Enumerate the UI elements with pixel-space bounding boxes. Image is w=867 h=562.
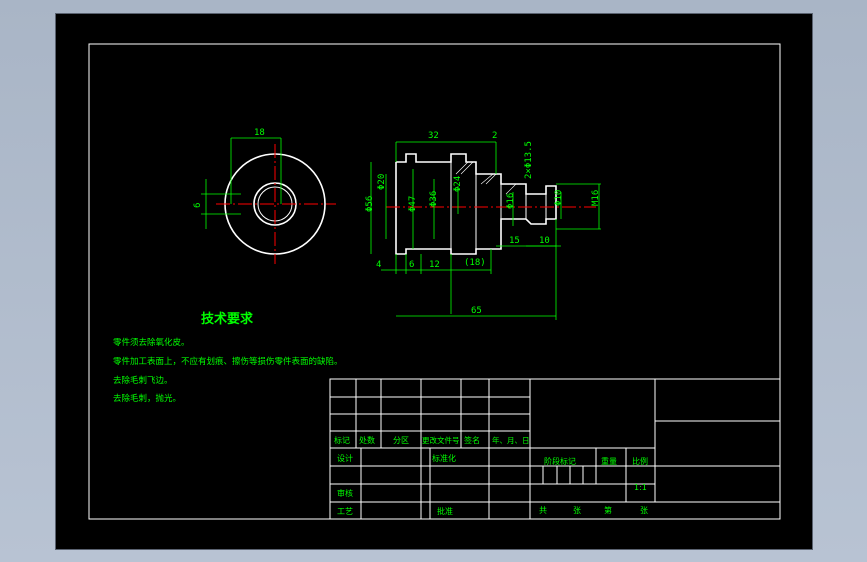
requirement-item-3: 去除毛刺飞边。	[113, 375, 173, 386]
dim-text-12: 12	[429, 260, 440, 270]
dim-text-d36: Φ36	[429, 191, 439, 207]
title-block	[329, 378, 781, 520]
tb-count: 处数	[359, 435, 375, 445]
requirement-item-1: 零件须去除氧化皮。	[113, 337, 190, 348]
dim-text-d47: Φ47	[408, 196, 418, 212]
tb-mark: 标记	[334, 435, 350, 445]
front-view: 18 6	[193, 128, 336, 264]
tb-process: 工艺	[337, 507, 353, 516]
tb-design: 设计	[337, 453, 353, 463]
requirement-item-4: 去除毛刺，抛光。	[113, 393, 181, 404]
dim-text-65: 65	[471, 306, 482, 316]
dim-text-d24: Φ24	[453, 176, 463, 192]
tb-total: 共	[539, 506, 547, 515]
drawing-sheet: 18 6 32 2 2×Φ13.5 Φ56 Φ20 Φ47 Φ36 Φ24 Φ1…	[55, 13, 813, 550]
dim-text-15: 15	[509, 236, 520, 246]
dim-text-thread: 2×Φ13.5	[524, 141, 534, 179]
cad-drawing: 18 6 32 2 2×Φ13.5 Φ56 Φ20 Φ47 Φ36 Φ24 Φ1…	[88, 43, 781, 520]
dim-text-d20: Φ20	[377, 174, 387, 190]
tb-stage-mark: 阶段标记	[544, 456, 576, 466]
dim-text-6b: 6	[409, 260, 414, 270]
dim-text-d16: Φ16	[506, 193, 516, 209]
dim-text-32: 32	[428, 131, 439, 141]
tb-approve: 批准	[437, 506, 453, 516]
side-view: 32 2 2×Φ13.5 Φ56 Φ20 Φ47 Φ36 Φ24 Φ16 Φ10…	[365, 131, 601, 320]
tb-standardize: 标准化	[432, 453, 456, 463]
requirements-title: 技术要求	[201, 311, 254, 327]
title-block-border	[329, 378, 781, 520]
tb-page: 第	[604, 505, 612, 515]
dim-text-2: 2	[492, 131, 497, 141]
dim-text-4: 4	[376, 260, 381, 270]
dim-text-m16: M16	[591, 190, 601, 206]
tb-sign: 签名	[464, 435, 480, 445]
tb-scale-value: 1:1	[634, 483, 647, 492]
tb-page-unit: 张	[640, 506, 648, 515]
tb-doc-no: 更改文件号	[422, 435, 460, 445]
dim-text-d56: Φ56	[365, 196, 375, 212]
tb-date: 年、月、日	[492, 435, 530, 445]
dim-text-10: 10	[539, 236, 550, 246]
technical-requirements: 技术要求 零件须去除氧化皮。 零件加工表面上，不应有划痕、擦伤等损伤零件表面的缺…	[113, 311, 343, 404]
dim-text-18-ref: (18)	[464, 258, 486, 268]
dim-text-6: 6	[193, 203, 203, 208]
tb-sheet: 张	[573, 506, 581, 515]
section-hatch	[455, 161, 517, 195]
tb-scale: 比例	[632, 456, 648, 466]
tb-weight: 重量	[601, 456, 617, 466]
tb-zone: 分区	[393, 436, 409, 445]
requirement-item-2: 零件加工表面上，不应有划痕、擦伤等损伤零件表面的缺陷。	[113, 356, 343, 367]
tb-review: 审核	[337, 488, 353, 498]
dim-text-18: 18	[254, 128, 265, 138]
dim-text-d10: Φ10	[554, 190, 564, 206]
